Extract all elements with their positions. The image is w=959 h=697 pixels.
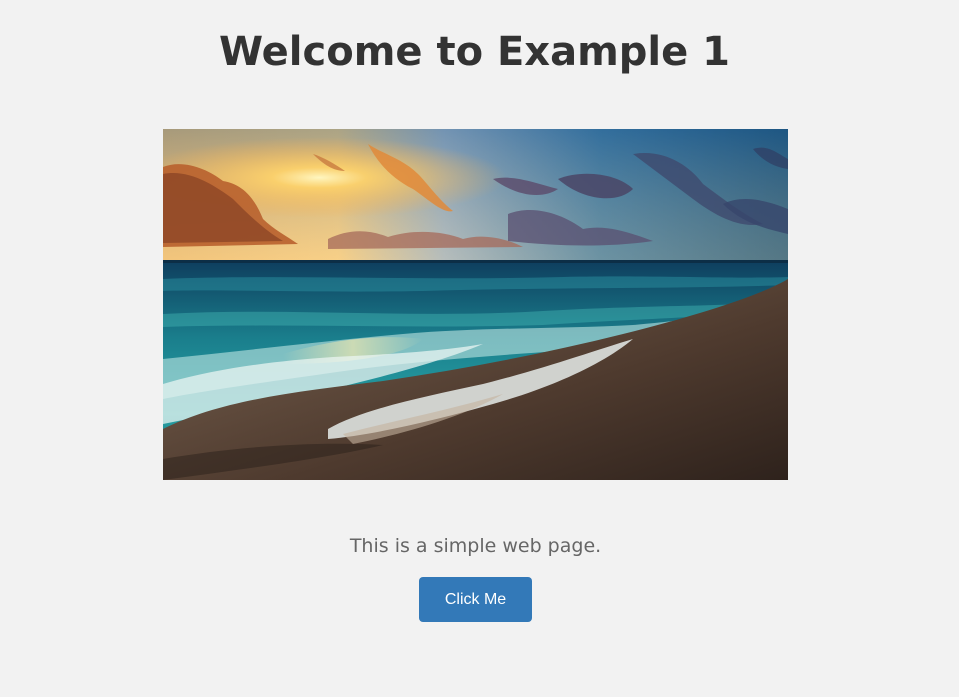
click-me-button[interactable]: Click Me: [419, 577, 532, 622]
beach-sunset-image: [163, 129, 788, 480]
page-title: Welcome to Example 1: [218, 29, 730, 75]
page: Welcome to Example 1 This is a simple we…: [0, 0, 959, 697]
page-description: This is a simple web page.: [349, 535, 602, 557]
